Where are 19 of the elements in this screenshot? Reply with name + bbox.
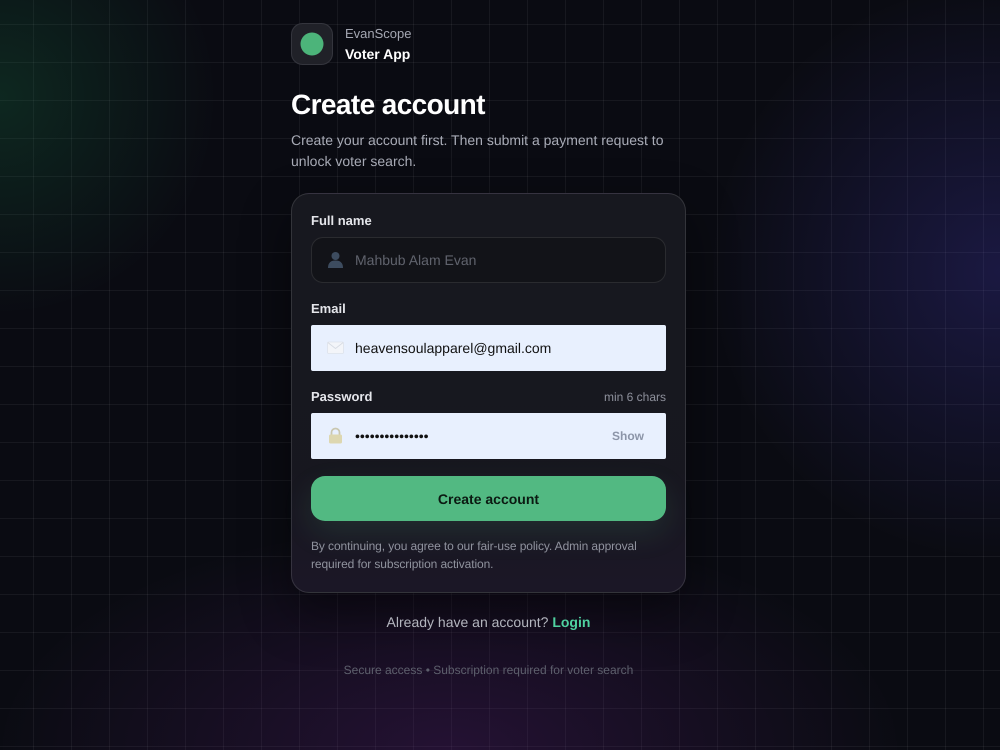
- lock-icon: [327, 427, 344, 444]
- field-label: Password: [311, 389, 372, 405]
- logo-icon: [291, 23, 333, 65]
- brand-name: EvanScope: [345, 26, 412, 42]
- app-name: Voter App: [345, 46, 412, 62]
- terms-note: By continuing, you agree to our fair-use policy. Admin approval required for subscription activation.: [311, 538, 638, 573]
- field-label: Email: [311, 301, 346, 317]
- login-link[interactable]: Login: [552, 614, 590, 630]
- name-field[interactable]: Mahbub Alam Evan: [311, 237, 666, 283]
- email-field[interactable]: heavensoulapparel@gmail.com: [311, 325, 666, 371]
- field-label: Full name: [311, 213, 372, 229]
- envelope-icon: [327, 339, 344, 356]
- page-subtitle: Create your account first. Then submit a payment request to unlock voter search.: [291, 131, 664, 171]
- create-account-button[interactable]: Create account: [311, 476, 666, 521]
- login-prompt: Already have an account? Login: [386, 613, 592, 631]
- page-heading: Create account: [291, 88, 486, 122]
- footer-text: Secure access • Subscription required for voter search: [342, 662, 634, 678]
- person-icon: [327, 251, 344, 268]
- field-hint: min 6 chars: [604, 389, 666, 405]
